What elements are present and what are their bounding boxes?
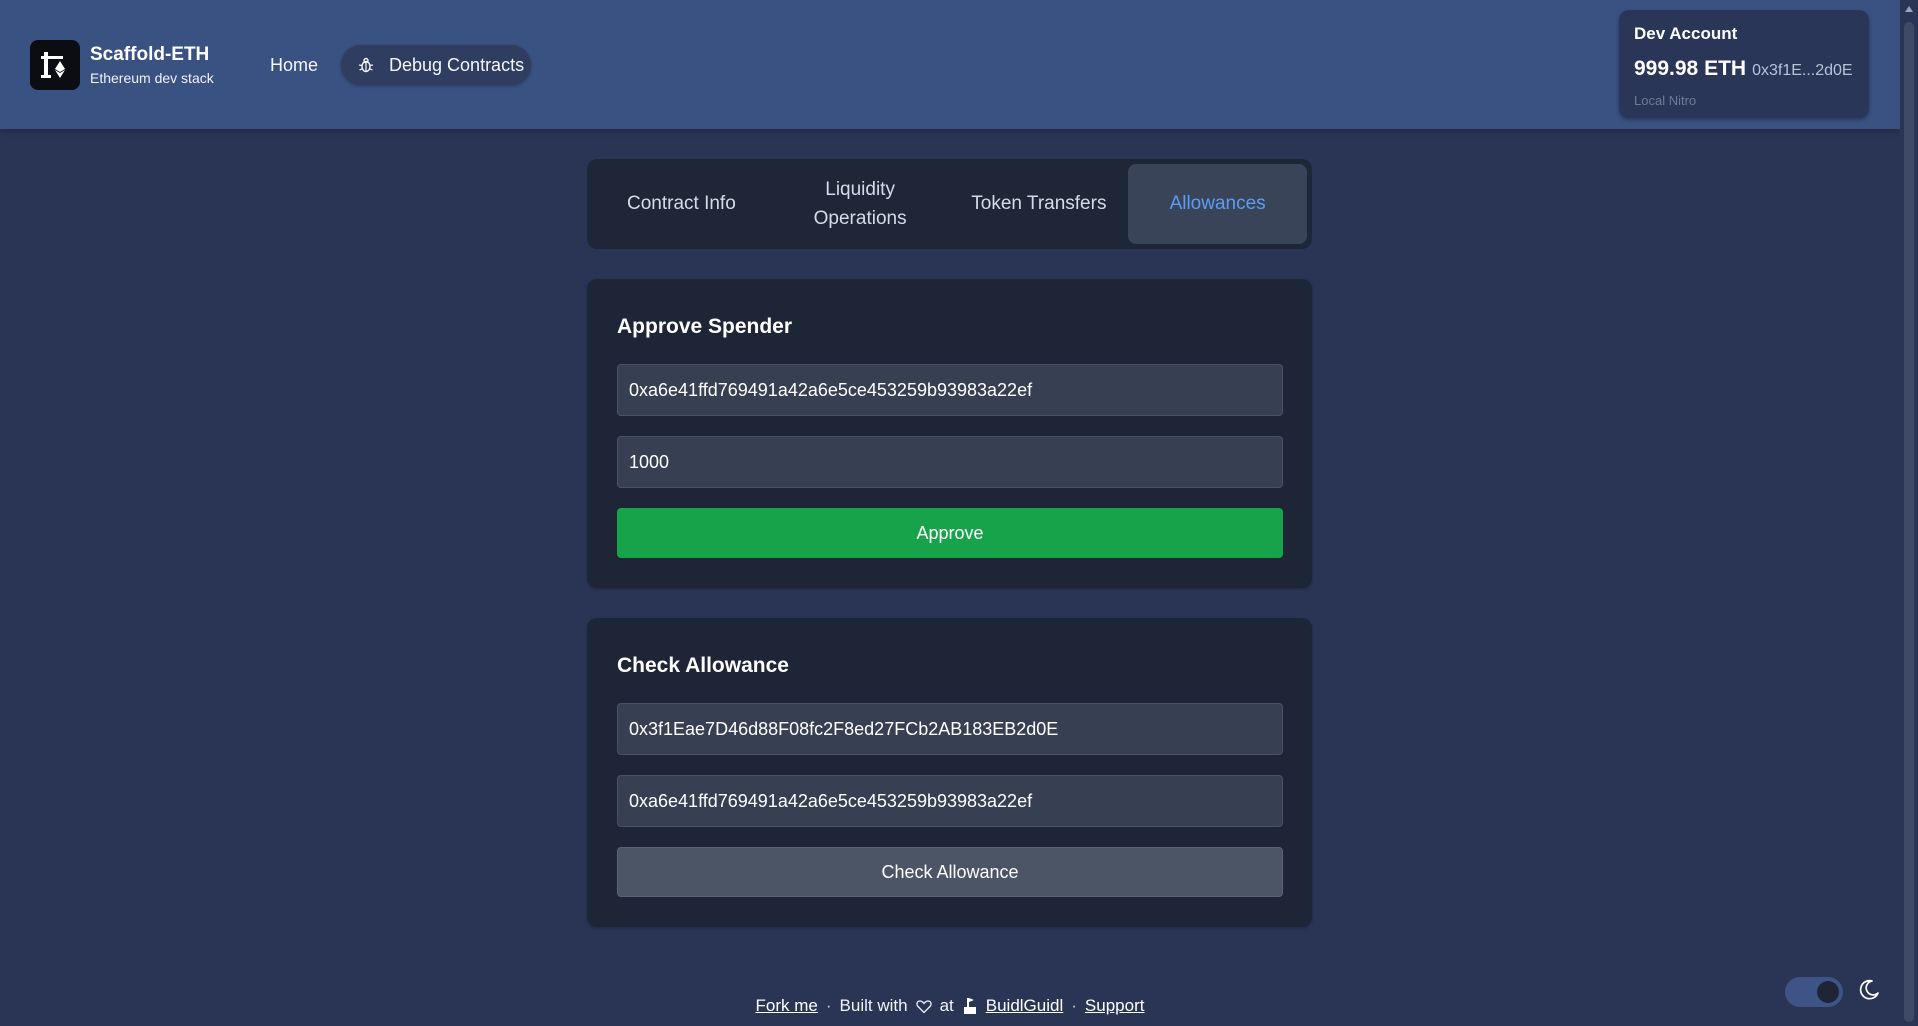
- brand-subtitle: Ethereum dev stack: [90, 70, 214, 86]
- footer: Fork me · Built with at BuidlGuidl · Sup…: [0, 994, 1900, 1018]
- account-title: Dev Account: [1634, 24, 1738, 43]
- tab-allowances[interactable]: Allowances: [1128, 164, 1307, 244]
- nav-home-link[interactable]: Home: [256, 44, 332, 86]
- tab-token-transfers[interactable]: Token Transfers: [950, 164, 1129, 244]
- approve-amount-input[interactable]: 1000: [617, 436, 1283, 488]
- footer-separator-2: ·: [1071, 996, 1077, 1015]
- account-address[interactable]: 0x3f1E...2d0E: [1752, 62, 1853, 80]
- account-balance: 999.98 ETH: [1634, 57, 1747, 80]
- check-owner-address-input[interactable]: 0x3f1Eae7D46d88F08fc2F8ed27FCb2AB183EB2d…: [617, 703, 1283, 755]
- header: Scaffold-ETH Ethereum dev stack Home Deb…: [0, 0, 1900, 129]
- footer-separator: ·: [825, 996, 832, 1015]
- scaffold-eth-logo[interactable]: [30, 40, 80, 90]
- brand-title[interactable]: Scaffold-ETH: [90, 44, 209, 66]
- at-text: at: [939, 996, 954, 1015]
- buidlguidl-link[interactable]: BuidlGuidl: [986, 996, 1064, 1016]
- built-with-text: Built with: [839, 996, 908, 1015]
- nav-debug-label: Debug Contracts: [389, 54, 525, 75]
- check-spender-address-input[interactable]: 0xa6e41ffd769491a42a6e5ce453259b93983a22…: [617, 775, 1283, 827]
- dev-account-card[interactable]: Dev Account 999.98 ETH 0x3f1E...2d0E Loc…: [1619, 10, 1869, 118]
- tab-liquidity-operations[interactable]: Liquidity Operations: [771, 164, 950, 244]
- approve-button[interactable]: Approve: [617, 508, 1283, 558]
- support-link[interactable]: Support: [1085, 996, 1145, 1016]
- contract-tabs: Contract Info Liquidity Operations Token…: [587, 159, 1312, 249]
- theme-toggle-knob: [1817, 981, 1839, 1003]
- nav-debug-contracts-link[interactable]: Debug Contracts: [341, 45, 531, 85]
- scrollbar-thumb[interactable]: [1904, 22, 1914, 1022]
- heart-icon: [915, 999, 932, 1013]
- fork-me-link[interactable]: Fork me: [756, 996, 818, 1016]
- moon-icon[interactable]: [1857, 978, 1881, 1002]
- page-scrollbar[interactable]: [1900, 0, 1918, 1026]
- theme-toggle[interactable]: [1785, 977, 1843, 1007]
- account-network: Local Nitro: [1634, 93, 1697, 108]
- approve-spender-title: Approve Spender: [617, 315, 793, 338]
- check-allowance-button[interactable]: Check Allowance: [617, 847, 1283, 897]
- scroll-up-arrow-icon[interactable]: [1905, 6, 1913, 12]
- bug-icon: [358, 57, 374, 73]
- check-allowance-title: Check Allowance: [617, 654, 789, 677]
- tab-contract-info[interactable]: Contract Info: [592, 164, 771, 244]
- approve-spender-card: Approve Spender 0xa6e41ffd769491a42a6e5c…: [587, 279, 1312, 588]
- check-allowance-card: Check Allowance 0x3f1Eae7D46d88F08fc2F8e…: [587, 618, 1312, 927]
- approve-spender-address-input[interactable]: 0xa6e41ffd769491a42a6e5ce453259b93983a22…: [617, 364, 1283, 416]
- crane-eth-icon: [41, 52, 65, 78]
- buidlguidl-castle-icon: [963, 998, 976, 1014]
